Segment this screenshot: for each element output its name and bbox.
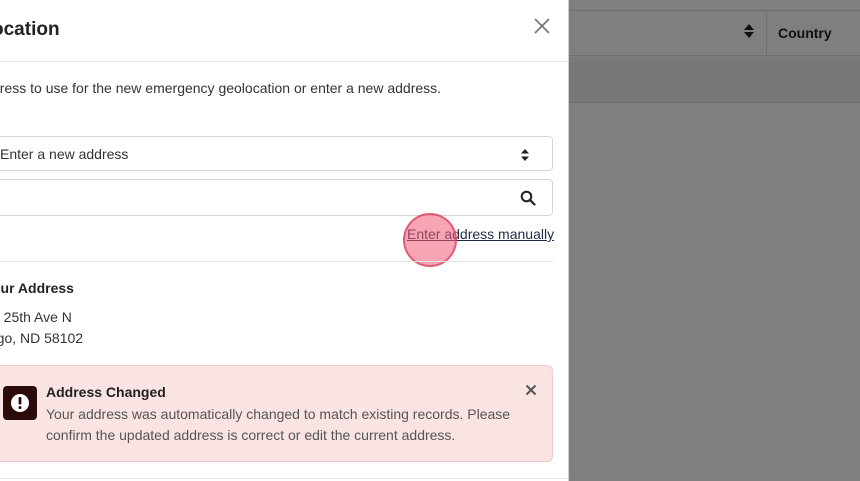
your-address-heading: our Address bbox=[0, 280, 74, 296]
click-indicator bbox=[403, 213, 457, 267]
modal-title: ocation bbox=[0, 19, 60, 40]
modal-header: ocation bbox=[0, 0, 568, 62]
intro-text: dress to use for the new emergency geolo… bbox=[0, 80, 442, 96]
exclamation-icon bbox=[11, 394, 29, 412]
footer-divider bbox=[0, 478, 569, 479]
geolocation-modal: ocation dress to use for the new emergen… bbox=[0, 0, 569, 481]
address-select-value: Enter a new address bbox=[0, 146, 129, 162]
address-line-1: 9 25th Ave N bbox=[0, 309, 72, 325]
alert-title: Address Changed bbox=[46, 384, 166, 400]
section-divider bbox=[0, 261, 553, 262]
address-search-field[interactable] bbox=[0, 179, 553, 216]
address-line-2: rgo, ND 58102 bbox=[0, 330, 84, 346]
alert-icon bbox=[3, 386, 37, 420]
address-search-input[interactable] bbox=[0, 186, 511, 210]
address-changed-alert: Address Changed Your address was automat… bbox=[0, 365, 553, 462]
search-icon[interactable] bbox=[520, 190, 536, 206]
close-icon[interactable] bbox=[532, 16, 552, 36]
alert-message: Your address was automatically changed t… bbox=[46, 406, 511, 443]
address-select[interactable]: Enter a new address bbox=[0, 136, 553, 171]
alert-close-icon[interactable] bbox=[525, 384, 537, 396]
select-caret-icon bbox=[521, 149, 529, 161]
